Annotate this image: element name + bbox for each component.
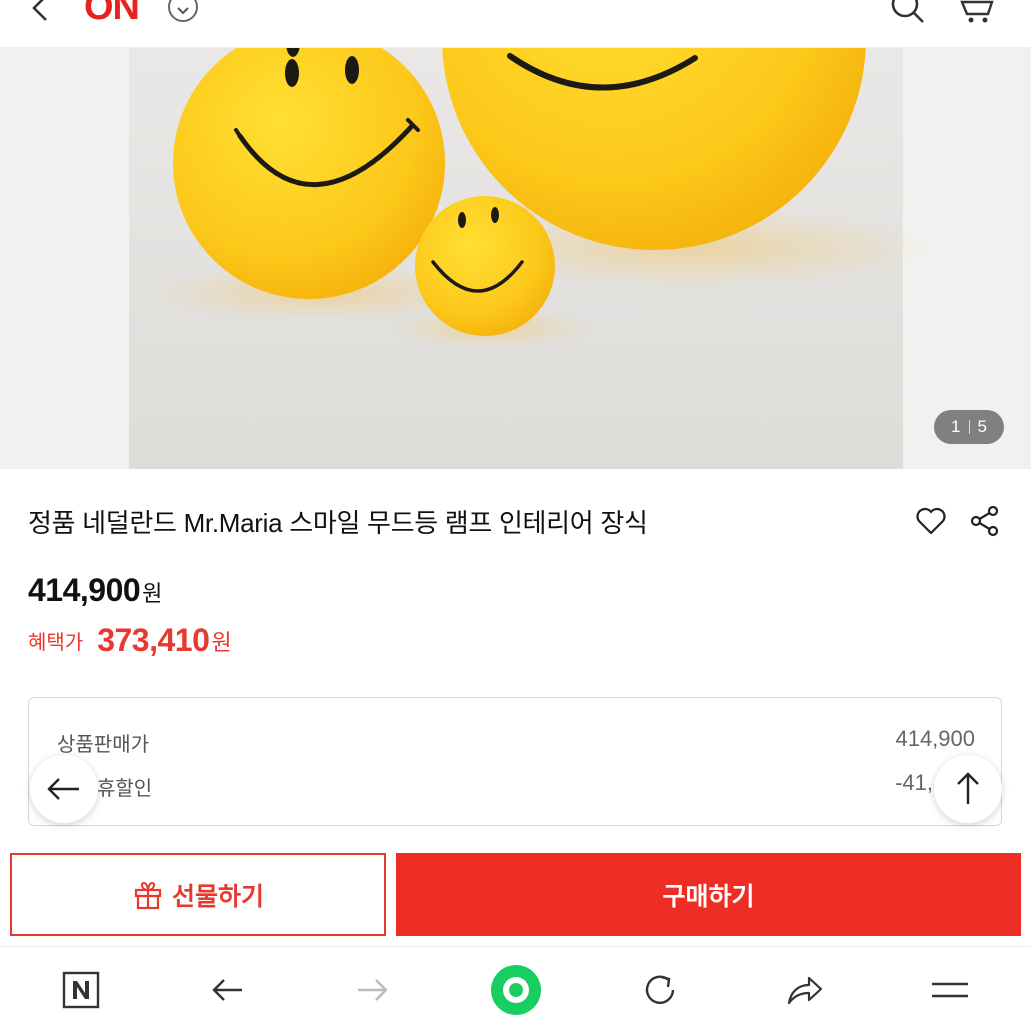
scroll-top-button[interactable] xyxy=(934,755,1002,823)
gift-button[interactable]: 선물하기 xyxy=(10,853,386,936)
price-breakdown-box: 상품판매가 414,900 휴할인 -41, xyxy=(28,697,1002,826)
top-bar: ON xyxy=(0,0,1031,48)
benefit-price-row: 혜택가 373,410원 xyxy=(28,622,232,659)
brand-logo[interactable]: ON xyxy=(84,0,140,26)
heart-icon xyxy=(916,507,946,535)
browser-back-icon xyxy=(212,978,242,1001)
image-counter: 1 5 xyxy=(934,410,1004,444)
arrow-up-icon xyxy=(957,772,979,804)
share-button[interactable] xyxy=(968,504,1002,538)
browser-back-button[interactable] xyxy=(188,947,268,1032)
price-breakdown-label: 휴할인 xyxy=(97,778,153,800)
browser-home-button[interactable] xyxy=(41,947,121,1032)
image-counter-total: 5 xyxy=(977,417,987,436)
image-counter-divider xyxy=(968,420,970,434)
product-title: 정품 네덜란드 Mr.Maria 스마일 무드등 램프 인테리어 장식 xyxy=(28,508,648,538)
gift-button-label: 선물하기 xyxy=(171,882,264,911)
original-price-value: 414,900 xyxy=(28,572,141,608)
browser-forward-icon xyxy=(358,978,388,1001)
naver-n-icon xyxy=(62,971,100,1008)
browser-menu-button[interactable] xyxy=(910,947,990,1032)
price-breakdown-value: 414,900 xyxy=(895,726,975,751)
buy-button-label: 구매하기 xyxy=(662,882,755,911)
benefit-price-value: 373,410 xyxy=(97,622,210,658)
wishlist-button[interactable] xyxy=(914,504,948,538)
arrow-left-icon xyxy=(47,778,79,800)
share-icon xyxy=(970,505,999,537)
price-breakdown-label: 상품판매가 xyxy=(57,734,149,756)
share-arrow-icon xyxy=(787,976,823,1004)
chevron-down-icon[interactable] xyxy=(168,0,198,22)
browser-green-dot-button[interactable] xyxy=(476,947,556,1032)
browser-toolbar xyxy=(0,946,1031,1032)
search-icon[interactable] xyxy=(888,0,928,31)
gift-icon xyxy=(134,881,162,909)
benefit-price-currency: 원 xyxy=(211,629,232,655)
menu-icon xyxy=(932,982,968,997)
cart-icon[interactable] xyxy=(958,0,998,31)
reload-icon xyxy=(645,975,675,1004)
back-icon[interactable] xyxy=(24,0,54,29)
product-image-carousel[interactable] xyxy=(0,48,1031,469)
image-counter-current: 1 xyxy=(951,417,961,436)
buy-button[interactable]: 구매하기 xyxy=(396,853,1021,936)
scroll-back-button[interactable] xyxy=(30,755,98,823)
price-breakdown-value: -41, xyxy=(895,770,933,795)
home-dot-icon xyxy=(491,964,541,1015)
benefit-price-label: 혜택가 xyxy=(28,632,84,654)
original-price-currency: 원 xyxy=(142,581,162,606)
product-photo xyxy=(0,48,1031,469)
browser-share-button[interactable] xyxy=(765,947,845,1032)
original-price: 414,900원 xyxy=(28,572,162,609)
browser-forward-button[interactable] xyxy=(332,947,412,1032)
browser-reload-button[interactable] xyxy=(620,947,700,1032)
